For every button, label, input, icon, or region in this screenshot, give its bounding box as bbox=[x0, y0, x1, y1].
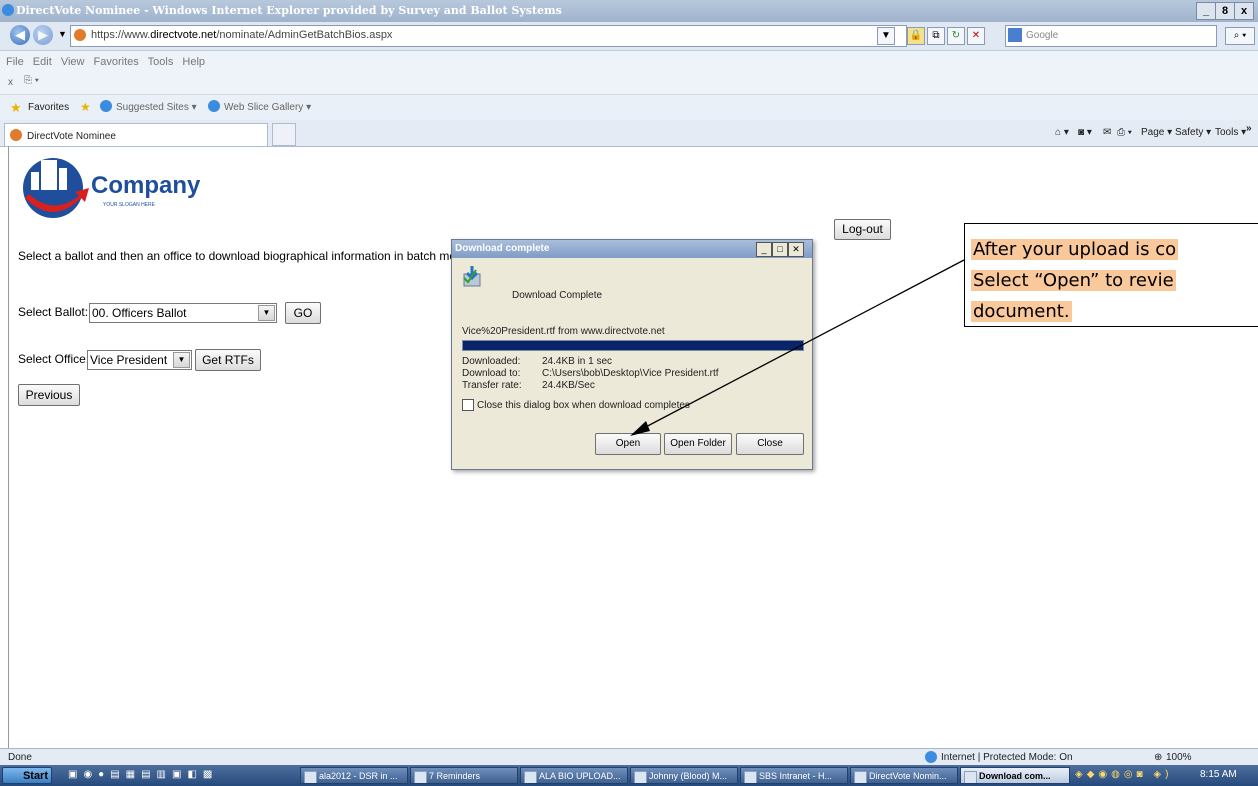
system-tray-icons[interactable]: ◈◆◉◍◎◙ ◈) bbox=[1075, 769, 1195, 782]
task-label: DirectVote Nomin... bbox=[869, 771, 947, 781]
zoom-level[interactable]: 100% bbox=[1166, 752, 1192, 763]
internet-zone-icon bbox=[925, 751, 937, 763]
task-label: SBS Intranet - H... bbox=[759, 771, 833, 781]
task-ala2012[interactable]: ala2012 - DSR in ... bbox=[300, 767, 408, 784]
task-label: Download com... bbox=[979, 771, 1051, 781]
task-johnny[interactable]: Johnny (Blood) M... bbox=[630, 767, 738, 784]
security-zone[interactable]: Internet | Protected Mode: On bbox=[941, 752, 1073, 763]
zoom-icon[interactable]: ⊕ bbox=[1154, 752, 1162, 763]
status-bar: Done Internet | Protected Mode: On ⊕ 100… bbox=[0, 748, 1258, 766]
clock: 8:15 AM bbox=[1200, 769, 1237, 780]
task-directvote[interactable]: DirectVote Nomin... bbox=[850, 767, 958, 784]
task-label: Johnny (Blood) M... bbox=[649, 771, 728, 781]
task-reminders[interactable]: 7 Reminders bbox=[410, 767, 518, 784]
taskbar: Start ▣◉●▤▦▤▥▣◧▩ ala2012 - DSR in ... 7 … bbox=[0, 765, 1258, 786]
task-ala-bio-upload[interactable]: ALA BIO UPLOAD... bbox=[520, 767, 628, 784]
status-text: Done bbox=[8, 752, 32, 763]
task-download-complete[interactable]: Download com... bbox=[960, 767, 1070, 784]
task-sbs-intranet[interactable]: SBS Intranet - H... bbox=[740, 767, 848, 784]
start-button[interactable]: Start bbox=[2, 767, 52, 784]
callout-arrow bbox=[630, 259, 965, 436]
task-label: ala2012 - DSR in ... bbox=[319, 771, 398, 781]
task-label: 7 Reminders bbox=[429, 771, 481, 781]
task-label: ALA BIO UPLOAD... bbox=[539, 771, 621, 781]
quick-launch-icons[interactable]: ▣◉●▤▦▤▥▣◧▩ bbox=[68, 769, 268, 781]
